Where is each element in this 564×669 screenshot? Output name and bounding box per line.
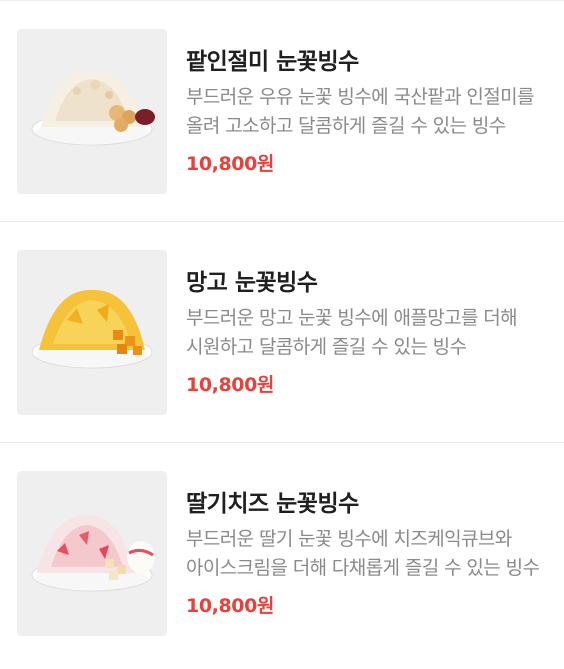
menu-item-description: 부드러운 우유 눈꽃 빙수에 국산팥과 인절미를 올려 고소하고 달콤하게 즐길…: [186, 86, 535, 137]
menu-item-price: 10,800원: [186, 374, 274, 396]
bingsu-bowl-icon: [31, 289, 153, 369]
mango-bingsu-image[interactable]: [17, 250, 167, 415]
bingsu-bowl-icon: [31, 515, 155, 592]
bingsu-bowl-icon: [31, 70, 155, 146]
menu-item[interactable]: 망고 눈꽃빙수 부드러운 망고 눈꽃 빙수에 애플망고를 더해 시원하고 달콤하…: [0, 222, 564, 442]
menu-item-name: 딸기치즈 눈꽃빙수: [186, 491, 359, 517]
menu-item-name: 망고 눈꽃빙수: [186, 270, 318, 296]
menu-item-price: 10,800원: [186, 595, 274, 617]
menu-item-price: 10,800원: [186, 153, 274, 175]
red-bean-injeolmi-bingsu-image[interactable]: [17, 29, 167, 194]
menu-item-name: 팥인절미 눈꽃빙수: [186, 49, 359, 75]
menu-item-description: 부드러운 망고 눈꽃 빙수에 애플망고를 더해 시원하고 달콤하게 즐길 수 있…: [186, 307, 518, 358]
menu-list: 팥인절미 눈꽃빙수 부드러운 우유 눈꽃 빙수에 국산팥과 인절미를 올려 고소…: [0, 0, 564, 669]
strawberry-cheese-bingsu-image[interactable]: [17, 471, 167, 636]
menu-item-description: 부드러운 딸기 눈꽃 빙수에 치즈케익큐브와 아이스크림을 더해 다채롭게 즐길…: [186, 528, 540, 579]
menu-item[interactable]: 딸기치즈 눈꽃빙수 부드러운 딸기 눈꽃 빙수에 치즈케익큐브와 아이스크림을 …: [0, 443, 564, 663]
menu-item[interactable]: 팥인절미 눈꽃빙수 부드러운 우유 눈꽃 빙수에 국산팥과 인절미를 올려 고소…: [0, 1, 564, 221]
